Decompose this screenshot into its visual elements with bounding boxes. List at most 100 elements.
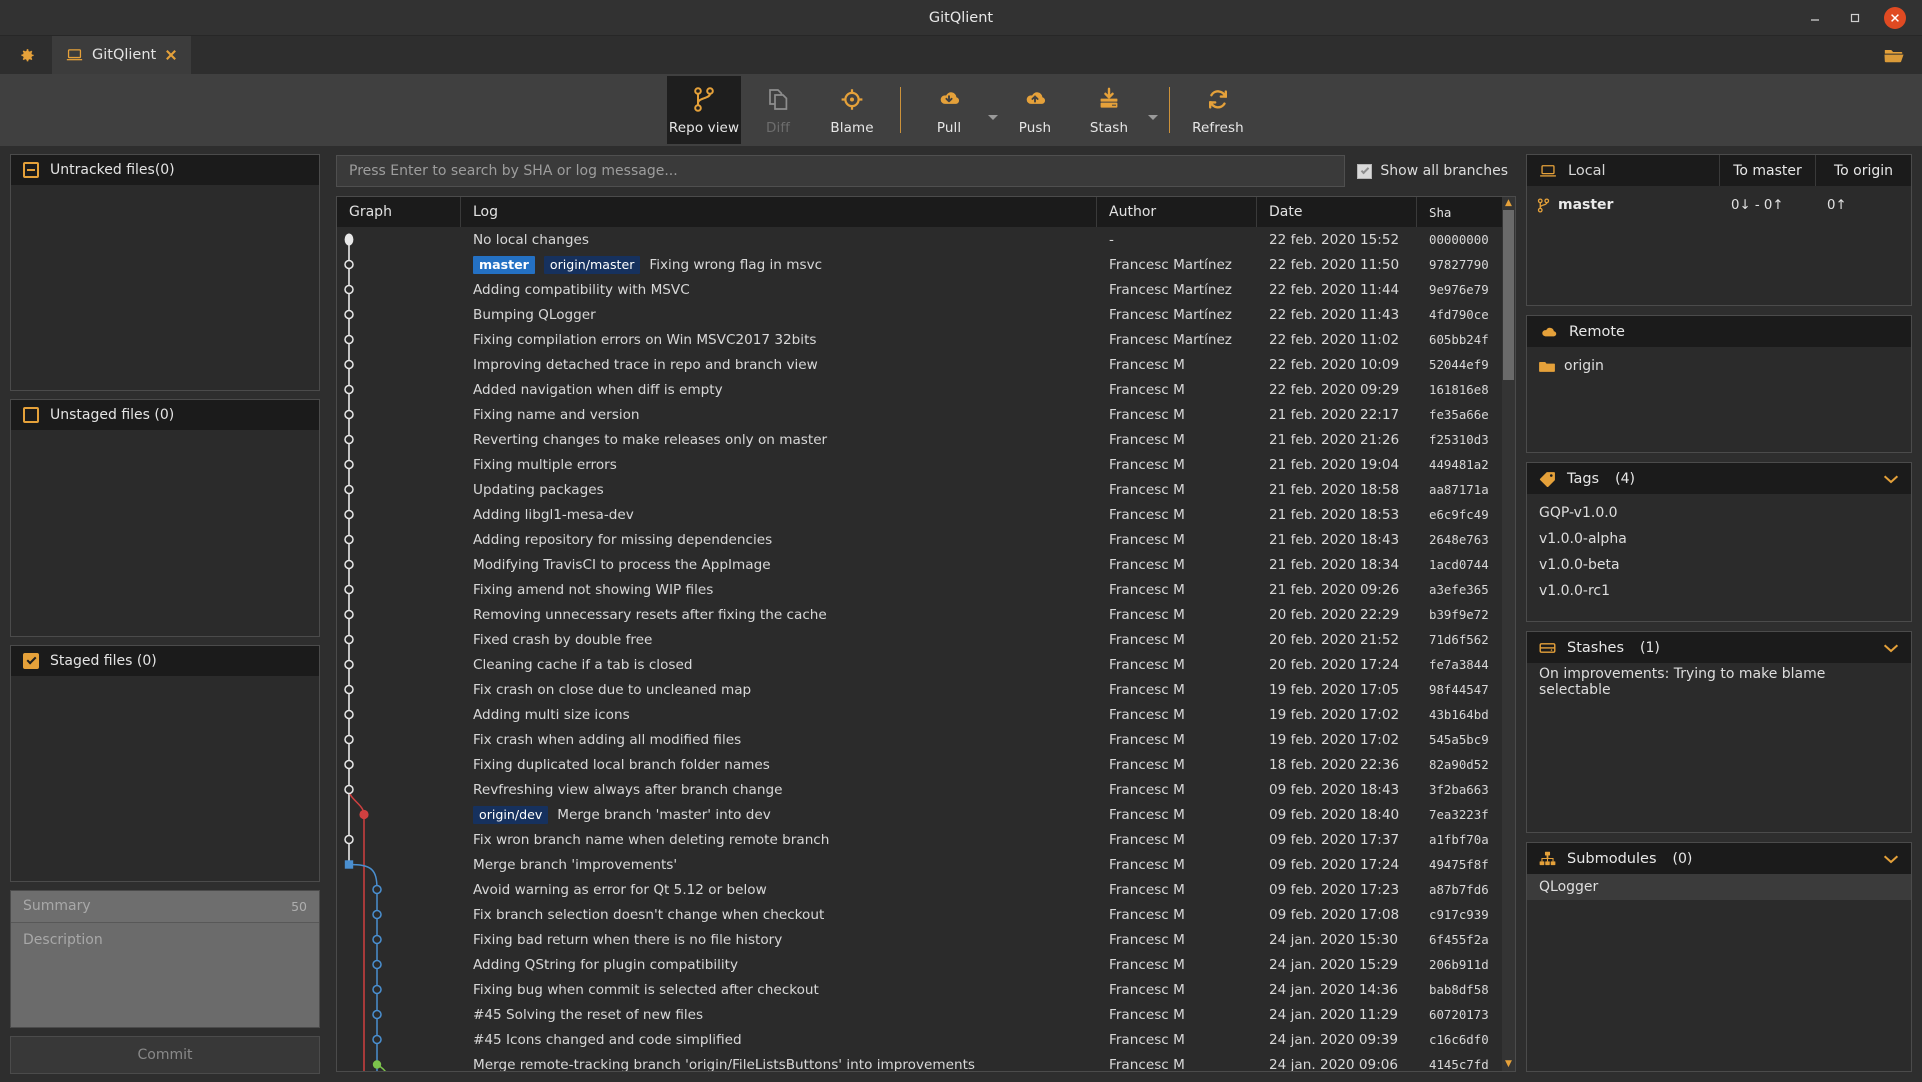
table-row[interactable]: Modifying TravisCI to process the AppIma… xyxy=(337,552,1502,577)
table-row[interactable]: Fixing duplicated local branch folder na… xyxy=(337,752,1502,777)
table-row[interactable]: Reverting changes to make releases only … xyxy=(337,427,1502,452)
stashes-list[interactable]: On improvements: Trying to make blame se… xyxy=(1527,663,1911,832)
commit-table-body[interactable]: No local changes - 22 feb. 2020 15:52 00000… xyxy=(337,227,1502,1071)
tag-list-item[interactable]: v1.0.0-alpha xyxy=(1527,526,1911,552)
stash-list-item[interactable]: On improvements: Trying to make blame se… xyxy=(1527,666,1911,698)
staged-files-list[interactable] xyxy=(11,675,319,881)
table-row[interactable]: No local changes - 22 feb. 2020 15:52 00000… xyxy=(337,227,1502,252)
search-input[interactable]: Press Enter to search by SHA or log mess… xyxy=(336,155,1346,187)
table-row[interactable]: Cleaning cache if a tab is closed Frances… xyxy=(337,652,1502,677)
minimize-button[interactable] xyxy=(1804,7,1826,29)
toolbar-stash[interactable]: Stash xyxy=(1072,76,1146,144)
table-row[interactable]: Adding QString for plugin compatibility F… xyxy=(337,952,1502,977)
staged-files-header[interactable]: Staged files (0) xyxy=(11,645,319,676)
table-row[interactable]: Removing unnecessary resets after fixing… xyxy=(337,602,1502,627)
table-row[interactable]: Adding libgl1-mesa-dev Francesc M 21 feb. … xyxy=(337,502,1502,527)
table-row[interactable]: Added navigation when diff is empty Franc… xyxy=(337,377,1502,402)
settings-gear-button[interactable] xyxy=(0,36,52,74)
chevron-down-icon[interactable] xyxy=(1883,643,1899,653)
column-header-sha[interactable]: Sha xyxy=(1417,197,1502,227)
stashes-header[interactable]: Stashes (1) xyxy=(1527,632,1911,663)
table-row[interactable]: Adding multi size icons Francesc M 19 feb.… xyxy=(337,702,1502,727)
commit-button[interactable]: Commit xyxy=(10,1035,320,1074)
close-button[interactable] xyxy=(1884,6,1906,29)
branch-badge[interactable]: origin/master xyxy=(543,255,641,274)
table-row[interactable]: Fix branch selection doesn't change when… xyxy=(337,902,1502,927)
untracked-files-list[interactable] xyxy=(11,185,319,391)
submodule-list-item[interactable]: QLogger xyxy=(1527,874,1911,900)
show-all-branches-checkbox[interactable] xyxy=(1357,163,1373,179)
table-row[interactable]: Fix crash when adding all modified files… xyxy=(337,727,1502,752)
tag-list-item[interactable]: v1.0.0-beta xyxy=(1527,552,1911,578)
local-branch-name-cell[interactable]: master xyxy=(1527,197,1719,213)
table-row[interactable]: Improving detached trace in repo and bra… xyxy=(337,352,1502,377)
table-row[interactable]: Fix crash on close due to uncleaned map F… xyxy=(337,677,1502,702)
toolbar-repo-view[interactable]: Repo view xyxy=(667,76,741,144)
table-row[interactable]: Merge branch 'improvements' Francesc M 09 … xyxy=(337,852,1502,877)
table-row[interactable]: Fixing bug when commit is selected after… xyxy=(337,977,1502,1002)
local-branch-row[interactable]: master 0↓ - 0↑ 0↑ xyxy=(1527,192,1911,218)
branch-badge[interactable]: origin/dev xyxy=(473,805,549,824)
toolbar-pull[interactable]: Pull xyxy=(912,76,986,144)
table-row[interactable]: Fixing bad return when there is no file … xyxy=(337,927,1502,952)
commit-form: Summary 50 Description xyxy=(10,889,320,1028)
scroll-up-arrow[interactable]: ▲ xyxy=(1505,197,1512,210)
show-all-branches-toggle[interactable]: Show all branches xyxy=(1357,163,1516,179)
table-row[interactable]: master origin/master Fixing wrong flag in … xyxy=(337,252,1502,277)
table-row[interactable]: #45 Icons changed and code simplified Fra… xyxy=(337,1027,1502,1052)
column-header-to-origin[interactable]: To origin xyxy=(1815,155,1911,186)
commit-summary-input[interactable]: Summary 50 xyxy=(11,890,319,923)
table-row[interactable]: Fixing name and version Francesc M 21 feb.… xyxy=(337,402,1502,427)
table-row[interactable]: Avoid warning as error for Qt 5.12 or be… xyxy=(337,877,1502,902)
column-header-date[interactable]: Date xyxy=(1257,197,1417,227)
toolbar-refresh[interactable]: Refresh xyxy=(1181,76,1255,144)
column-header-graph[interactable]: Graph xyxy=(337,197,461,227)
tags-header[interactable]: Tags (4) xyxy=(1527,463,1911,494)
tab-close-icon[interactable] xyxy=(165,49,177,61)
untracked-files-header[interactable]: Untracked files(0) xyxy=(11,155,319,185)
table-row[interactable]: Fix wron branch name when deleting remot… xyxy=(337,827,1502,852)
chevron-down-icon[interactable] xyxy=(1883,854,1899,864)
table-row[interactable]: Adding compatibility with MSVC Francesc M… xyxy=(337,277,1502,302)
table-row[interactable]: Fixing compilation errors on Win MSVC201… xyxy=(337,327,1502,352)
table-row[interactable]: origin/dev Merge branch 'master' into dev… xyxy=(337,802,1502,827)
chevron-down-icon[interactable] xyxy=(1883,474,1899,484)
toolbar-diff[interactable]: Diff xyxy=(741,76,815,144)
local-branches-list[interactable]: master 0↓ - 0↑ 0↑ xyxy=(1527,186,1911,305)
open-repo-button[interactable] xyxy=(1866,36,1922,74)
remote-branches-list[interactable]: origin xyxy=(1527,347,1911,452)
branch-badge[interactable]: master xyxy=(473,255,535,274)
tags-list[interactable]: GQP-v1.0.0 v1.0.0-alpha v1.0.0-beta v1.0.0-… xyxy=(1527,494,1911,621)
toolbar-push[interactable]: Push xyxy=(998,76,1072,144)
table-row[interactable]: #45 Solving the reset of new files France… xyxy=(337,1002,1502,1027)
tag-list-item[interactable]: GQP-v1.0.0 xyxy=(1527,500,1911,526)
table-row[interactable]: Updating packages Francesc M 21 feb. 2020 … xyxy=(337,477,1502,502)
remote-item-origin[interactable]: origin xyxy=(1527,353,1911,379)
toolbar-stash-dropdown[interactable] xyxy=(1148,114,1158,120)
local-branches-title-cell[interactable]: Local xyxy=(1527,155,1719,186)
tab-gitqlient[interactable]: GitQlient xyxy=(52,36,192,74)
submodules-header[interactable]: Submodules (0) xyxy=(1527,843,1911,874)
table-row[interactable]: Merge remote-tracking branch 'origin/Fil… xyxy=(337,1052,1502,1072)
table-row[interactable]: Fixing multiple errors Francesc M 21 feb. … xyxy=(337,452,1502,477)
maximize-button[interactable] xyxy=(1844,7,1866,29)
unstaged-files-header[interactable]: Unstaged files (0) xyxy=(11,400,319,431)
scrollbar-thumb[interactable] xyxy=(1503,210,1514,380)
table-row[interactable]: Bumping QLogger Francesc Martínez 22 feb. … xyxy=(337,302,1502,327)
commit-table-scrollbar[interactable]: ▲ ▼ xyxy=(1502,197,1515,1071)
table-row[interactable]: Fixing amend not showing WIP files France… xyxy=(337,577,1502,602)
remote-branches-header[interactable]: Remote xyxy=(1527,316,1911,347)
toolbar-blame[interactable]: Blame xyxy=(815,76,889,144)
toolbar-pull-dropdown[interactable] xyxy=(988,114,998,120)
scroll-down-arrow[interactable]: ▼ xyxy=(1505,1058,1512,1071)
tag-list-item[interactable]: v1.0.0-rc1 xyxy=(1527,578,1911,604)
table-row[interactable]: Adding repository for missing dependenci… xyxy=(337,527,1502,552)
submodules-list[interactable]: QLogger xyxy=(1527,874,1911,1071)
column-header-log[interactable]: Log xyxy=(461,197,1097,227)
column-header-to-master[interactable]: To master xyxy=(1719,155,1815,186)
table-row[interactable]: Fixed crash by double free Francesc M 20 f… xyxy=(337,627,1502,652)
column-header-author[interactable]: Author xyxy=(1097,197,1257,227)
table-row[interactable]: Revfreshing view always after branch cha… xyxy=(337,777,1502,802)
commit-description-input[interactable]: Description xyxy=(11,922,319,1027)
unstaged-files-list[interactable] xyxy=(11,430,319,636)
